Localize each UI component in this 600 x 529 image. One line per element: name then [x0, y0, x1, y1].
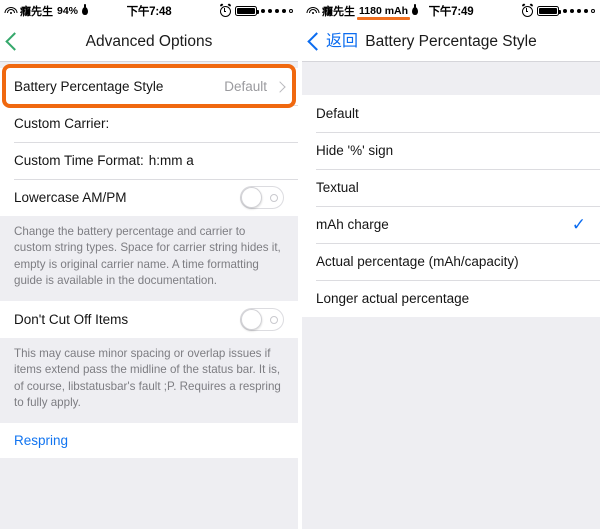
battery-icon [536, 6, 561, 16]
dual-screenshot: 癮先生 94% 下午7:48 Advanced Options Battery … [0, 0, 600, 529]
option-label: Textual [316, 180, 359, 195]
row-value: Default [224, 79, 267, 94]
lowercase-ampm-toggle[interactable] [240, 186, 284, 209]
water-drop-icon [412, 4, 419, 15]
settings-group-main: Battery Percentage Style Default Custom … [0, 68, 298, 216]
alarm-clock-icon [219, 3, 231, 17]
page-dot [267, 8, 272, 14]
alarm-clock-icon [521, 3, 533, 17]
option-row-hide-percent-sign[interactable]: Hide '%' sign [302, 132, 600, 169]
back-button[interactable]: 返回 [307, 32, 359, 51]
water-drop-icon [82, 4, 89, 15]
toggle-knob [241, 308, 262, 330]
row-respring[interactable]: Respring [0, 422, 298, 458]
option-row-actual-percentage[interactable]: Actual percentage (mAh/capacity) [302, 243, 600, 280]
carrier-name: 癮先生 [322, 6, 355, 18]
row-custom-time-format[interactable]: Custom Time Format: h:mm a [0, 142, 298, 179]
chevron-right-icon [274, 80, 286, 93]
page-title: Advanced Options [85, 32, 213, 50]
right-status-bar: 癮先生 1180 mAh 下午7:49 [302, 0, 600, 22]
dont-cut-off-items-toggle[interactable] [240, 307, 284, 331]
left-nav-bar: Advanced Options [0, 22, 298, 62]
right-nav-bar: 返回 Battery Percentage Style [302, 22, 600, 62]
status-bar-right-group [521, 3, 595, 17]
list-top-spacer [302, 62, 600, 95]
respring-link[interactable]: Respring [14, 433, 68, 448]
row-custom-carrier[interactable]: Custom Carrier: [0, 105, 298, 142]
right-phone-screen: 癮先生 1180 mAh 下午7:49 返回 Battery Percentag… [302, 0, 600, 529]
page-dot [569, 8, 574, 14]
option-row-textual[interactable]: Textual [302, 169, 600, 206]
row-label: Don't Cut Off Items [14, 311, 129, 327]
left-phone-screen: 癮先生 94% 下午7:48 Advanced Options Battery … [0, 0, 298, 529]
checkmark-icon: ✓ [571, 215, 586, 234]
left-settings-list: Battery Percentage Style Default Custom … [0, 62, 298, 529]
toggle-off-ring-icon [270, 194, 278, 202]
status-bar-right-group [219, 3, 293, 17]
page-dot [576, 8, 581, 14]
row-dont-cut-off-items[interactable]: Don't Cut Off Items [0, 300, 298, 338]
row-label: Lowercase AM/PM [14, 190, 127, 205]
toggle-knob [241, 187, 262, 208]
wifi-icon [4, 6, 17, 16]
page-dot [260, 8, 265, 14]
settings-group-cutoff: Don't Cut Off Items [0, 300, 298, 338]
battery-percentage-text: 94% [57, 5, 79, 17]
wifi-icon [306, 6, 319, 16]
status-bar-left-group: 癮先生 94% [4, 3, 89, 19]
option-label: Default [316, 106, 359, 121]
page-dot-inactive [590, 8, 595, 14]
row-label: Battery Percentage Style [14, 79, 164, 94]
chevron-left-icon [307, 32, 326, 51]
page-dot [583, 8, 588, 14]
toggle-off-ring-icon [270, 315, 278, 324]
footer-text-second: This may cause minor spacing or overlap … [0, 337, 298, 423]
left-status-bar: 癮先生 94% 下午7:48 [0, 0, 298, 22]
back-button[interactable] [5, 32, 24, 51]
chevron-left-icon [5, 32, 24, 51]
page-dots [562, 8, 595, 14]
row-lowercase-ampm[interactable]: Lowercase AM/PM [0, 179, 298, 216]
settings-group-respring: Respring [0, 422, 298, 458]
custom-time-format-input[interactable]: h:mm a [149, 153, 194, 168]
option-label: Longer actual percentage [316, 291, 470, 306]
page-dot [274, 8, 279, 14]
status-bar-left-group: 癮先生 1180 mAh [306, 3, 419, 20]
options-group: Default Hide '%' sign Textual mAh charge… [302, 95, 600, 317]
option-label: Actual percentage (mAh/capacity) [316, 254, 519, 269]
option-row-default[interactable]: Default [302, 95, 600, 132]
option-row-mah-charge[interactable]: mAh charge ✓ [302, 206, 600, 243]
battery-icon [234, 6, 259, 16]
option-row-longer-actual-percentage[interactable]: Longer actual percentage [302, 280, 600, 317]
battery-mah-text: 1180 mAh [356, 5, 411, 20]
row-label: Custom Time Format: [14, 153, 144, 168]
page-dots [260, 8, 293, 14]
footer-text-first: Change the battery percentage and carrie… [0, 216, 298, 301]
carrier-name: 癮先生 [20, 6, 53, 18]
option-label: mAh charge [316, 217, 389, 232]
row-battery-percentage-style[interactable]: Battery Percentage Style Default [0, 68, 298, 105]
page-dot [562, 8, 567, 14]
page-dot-inactive [288, 8, 293, 14]
option-label: Hide '%' sign [316, 143, 394, 158]
right-options-list: Default Hide '%' sign Textual mAh charge… [302, 62, 600, 529]
back-button-label: 返回 [326, 32, 359, 50]
row-label: Custom Carrier: [14, 116, 110, 131]
page-dot [281, 8, 286, 14]
